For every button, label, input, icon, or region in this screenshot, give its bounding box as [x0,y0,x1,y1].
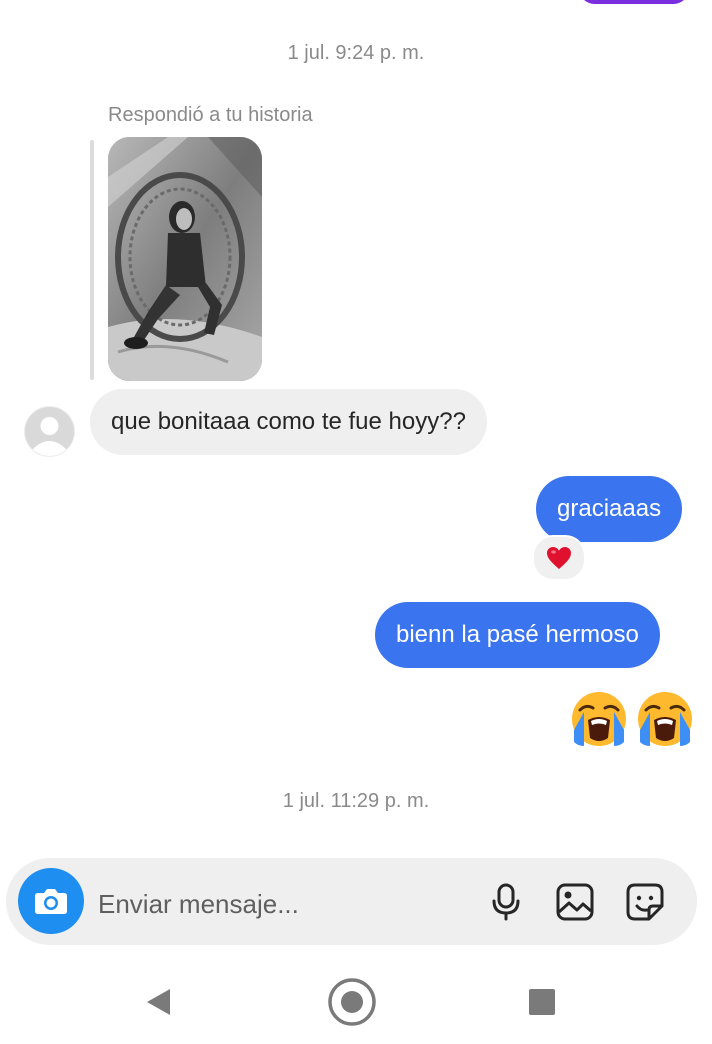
heart-icon [547,547,571,569]
message-input[interactable] [98,884,458,924]
microphone-icon [492,883,520,921]
nav-home-button[interactable] [327,977,377,1032]
previous-message-bubble[interactable] [578,0,690,4]
loudly-crying-face-icon [638,692,692,746]
gallery-button[interactable] [555,882,595,927]
gallery-icon [556,883,594,921]
outgoing-message[interactable]: bienn la pasé hermoso [375,602,660,668]
avatar[interactable] [24,406,75,457]
microphone-button[interactable] [486,882,526,927]
default-avatar-icon [31,417,68,456]
timestamp: 1 jul. 9:24 p. m. [287,42,425,64]
incoming-message[interactable]: que bonitaaa como te fue hoyy?? [90,389,487,455]
loudly-crying-face-icon [572,692,626,746]
sticker-button[interactable] [625,882,665,927]
story-thumbnail[interactable] [108,137,262,381]
camera-button[interactable] [18,868,84,934]
emoji-message[interactable] [570,690,694,748]
story-photo [108,137,262,381]
outgoing-message[interactable]: graciaaas [536,476,683,542]
story-reply-line [90,140,94,380]
sticker-icon [626,883,664,921]
story-reply-label: Respondió a tu historia [108,104,313,126]
home-icon [328,978,376,1026]
camera-icon [35,889,67,914]
nav-recents-button[interactable] [528,988,556,1021]
timestamp: 1 jul. 11:29 p. m. [282,790,430,812]
back-icon [147,989,170,1015]
nav-back-button[interactable] [144,987,174,1022]
recents-icon [529,989,555,1015]
reaction-badge[interactable] [532,535,586,581]
